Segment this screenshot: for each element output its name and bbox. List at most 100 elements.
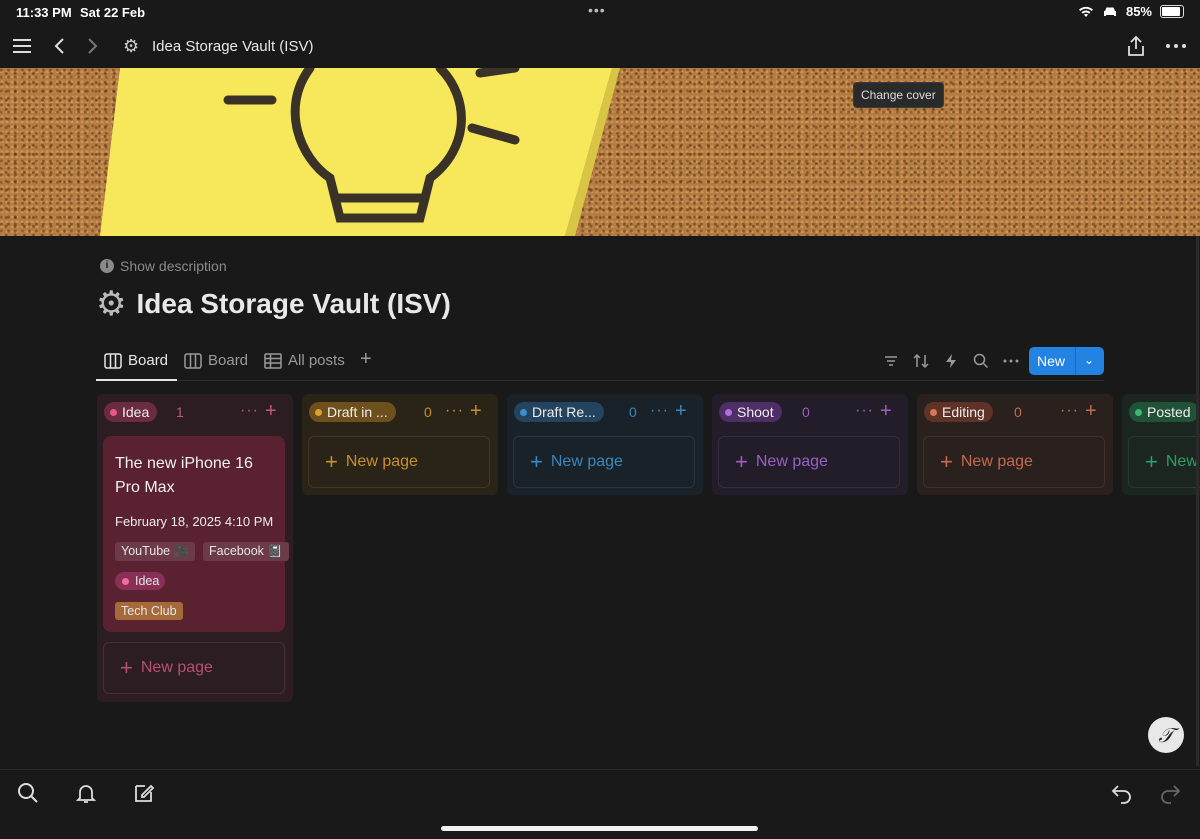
- status-tag: Idea: [115, 572, 166, 590]
- chevron-down-icon[interactable]: ⌄: [1084, 353, 1094, 367]
- new-button-label: New: [1037, 353, 1066, 369]
- new-page-label: New page: [960, 453, 1033, 470]
- card-date: February 18, 2025 4:10 PM: [115, 514, 274, 529]
- board-icon: [184, 352, 202, 369]
- column-name: Posted: [1147, 404, 1191, 420]
- multitask-dots-icon[interactable]: •••: [588, 2, 606, 18]
- status-bar: 11:33 PM Sat 22 Feb ••• 85%: [0, 0, 1200, 24]
- column-posted: Posted + New: [1122, 394, 1200, 495]
- more-options-icon[interactable]: [1002, 352, 1020, 370]
- tab-all-posts[interactable]: All posts: [264, 352, 345, 369]
- plus-icon: +: [1145, 449, 1158, 474]
- plus-icon: +: [530, 449, 543, 474]
- column-more-icon[interactable]: ···: [445, 402, 464, 420]
- tab-board-2[interactable]: Board: [184, 352, 248, 369]
- plus-icon: +: [940, 449, 953, 474]
- cover-image[interactable]: [0, 68, 1200, 236]
- new-page-button[interactable]: + New page: [103, 642, 285, 694]
- view-tabs: Board Board All posts + New ⌄: [96, 344, 1104, 381]
- column-status-pill[interactable]: Editing: [924, 402, 993, 422]
- compose-icon[interactable]: [132, 781, 156, 805]
- redo-icon[interactable]: [1158, 781, 1182, 805]
- menu-icon[interactable]: [10, 34, 34, 58]
- column-more-icon[interactable]: ···: [855, 402, 874, 420]
- new-page-label: New page: [755, 453, 828, 470]
- show-description-toggle[interactable]: i Show description: [100, 258, 227, 274]
- column-add-icon[interactable]: +: [880, 400, 892, 423]
- column-name: Shoot: [737, 404, 774, 420]
- new-button[interactable]: New ⌄: [1029, 347, 1104, 375]
- column-add-icon[interactable]: +: [675, 400, 687, 423]
- column-name: Editing: [942, 404, 985, 420]
- home-indicator[interactable]: [441, 826, 758, 831]
- car-icon: [1103, 7, 1116, 16]
- filter-icon[interactable]: [882, 352, 900, 370]
- tab-board-1[interactable]: Board: [104, 352, 168, 369]
- plus-icon: +: [120, 655, 133, 680]
- column-count: 1: [176, 404, 184, 420]
- table-icon: [264, 352, 282, 369]
- more-icon[interactable]: [1164, 34, 1188, 58]
- top-bar-title[interactable]: Idea Storage Vault (ISV): [152, 38, 313, 55]
- column-add-icon[interactable]: +: [265, 400, 277, 423]
- column-count: 0: [424, 404, 432, 420]
- column-name: Draft in ...: [327, 404, 388, 420]
- new-page-button[interactable]: + New page: [308, 436, 490, 488]
- board-icon: [104, 352, 122, 369]
- column-name: Draft Re...: [532, 404, 596, 420]
- ai-assistant-button[interactable]: 𝒯: [1148, 717, 1184, 753]
- status-time: 11:33 PM: [16, 5, 72, 20]
- column-count: 0: [1014, 404, 1022, 420]
- column-add-icon[interactable]: +: [1085, 400, 1097, 423]
- add-view-button[interactable]: +: [360, 348, 372, 371]
- battery-percent: 85%: [1125, 4, 1152, 19]
- column-status-pill[interactable]: Posted: [1129, 402, 1199, 422]
- column-more-icon[interactable]: ···: [240, 402, 259, 420]
- search-icon[interactable]: [972, 352, 990, 370]
- club-tag: Tech Club: [115, 602, 183, 620]
- change-cover-button[interactable]: Change cover: [853, 82, 944, 108]
- info-icon: i: [100, 259, 114, 273]
- lightning-icon[interactable]: [942, 352, 960, 370]
- show-description-label: Show description: [120, 258, 227, 274]
- tab-all-posts-label: All posts: [288, 352, 345, 369]
- back-icon[interactable]: [48, 34, 72, 58]
- sort-icon[interactable]: [912, 352, 930, 370]
- column-name: Idea: [122, 404, 150, 420]
- new-page-label: New page: [345, 453, 418, 470]
- share-icon[interactable]: [1124, 34, 1148, 58]
- new-page-button[interactable]: + New: [1128, 436, 1200, 488]
- new-page-label: New: [1165, 453, 1198, 470]
- column-status-pill[interactable]: Draft in ...: [309, 402, 396, 422]
- column-more-icon[interactable]: ···: [650, 402, 669, 420]
- column-idea: Idea 1 ··· + The new iPhone 16 Pro Max F…: [97, 394, 293, 702]
- column-more-icon[interactable]: ···: [1060, 402, 1079, 420]
- lightbulb-sticky-note-image: [100, 68, 620, 236]
- status-date: Sat 22 Feb: [80, 5, 146, 20]
- wifi-icon: [1078, 6, 1093, 17]
- scrollbar[interactable]: [1196, 236, 1199, 766]
- column-add-icon[interactable]: +: [470, 400, 482, 423]
- new-page-button[interactable]: + New page: [923, 436, 1105, 488]
- column-status-pill[interactable]: Draft Re...: [514, 402, 604, 422]
- plus-icon: +: [325, 449, 338, 474]
- page-title-text[interactable]: Idea Storage Vault (ISV): [136, 288, 450, 320]
- undo-icon[interactable]: [1110, 781, 1134, 805]
- page-title[interactable]: ⚙ Idea Storage Vault (ISV): [96, 284, 451, 324]
- gear-icon: ⚙: [123, 36, 140, 56]
- forward-icon[interactable]: [80, 34, 104, 58]
- gear-icon[interactable]: ⚙: [96, 284, 126, 324]
- plus-icon: +: [735, 449, 748, 474]
- new-page-button[interactable]: + New page: [718, 436, 900, 488]
- column-status-pill[interactable]: Idea: [104, 402, 158, 422]
- bell-icon[interactable]: [74, 781, 98, 805]
- board-card[interactable]: The new iPhone 16 Pro Max February 18, 2…: [103, 436, 289, 632]
- column-count: 0: [802, 404, 810, 420]
- new-page-button[interactable]: + New page: [513, 436, 695, 488]
- platform-tag-youtube: YouTube 🎥: [115, 542, 196, 561]
- new-page-label: New page: [550, 453, 623, 470]
- column-status-pill[interactable]: Shoot: [719, 402, 782, 422]
- search-icon[interactable]: [16, 781, 40, 805]
- platform-tag-facebook: Facebook 📓: [203, 542, 289, 561]
- column-shoot: Shoot 0 ··· + + New page: [712, 394, 908, 495]
